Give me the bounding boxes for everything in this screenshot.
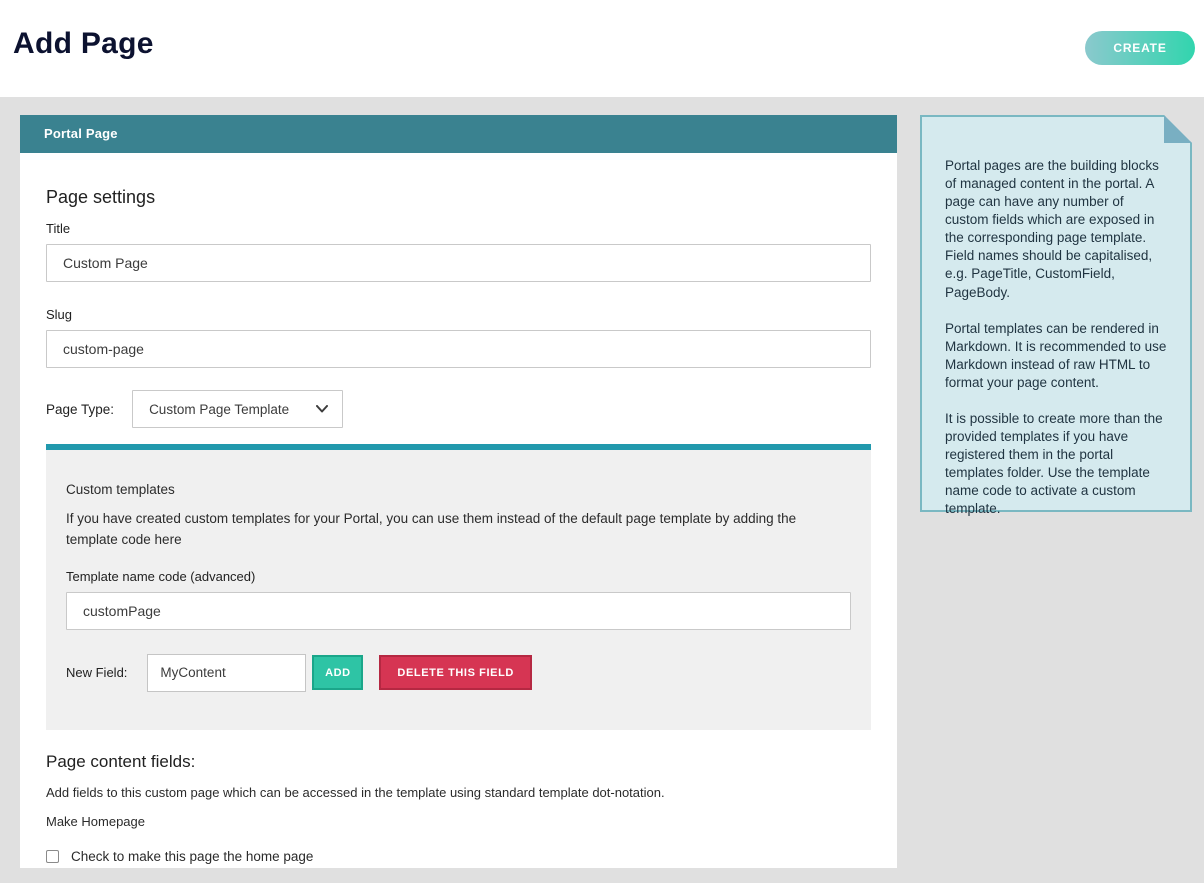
info-panel: Portal pages are the building blocks of … bbox=[920, 115, 1192, 512]
template-code-label: Template name code (advanced) bbox=[66, 569, 851, 584]
page-type-label: Page Type: bbox=[46, 402, 114, 417]
title-input[interactable] bbox=[46, 244, 871, 282]
content-fields-heading: Page content fields: bbox=[46, 752, 871, 772]
info-paragraph: It is possible to create more than the p… bbox=[945, 410, 1167, 518]
template-code-input[interactable] bbox=[66, 592, 851, 630]
card-body: Page settings Title Slug Page Type: Cust… bbox=[20, 187, 897, 864]
page-type-selected-value: Custom Page Template bbox=[149, 402, 289, 417]
make-homepage-label: Make Homepage bbox=[46, 814, 871, 829]
homepage-checkbox[interactable] bbox=[46, 850, 59, 863]
content-fields-description: Add fields to this custom page which can… bbox=[46, 785, 871, 800]
top-header: Add Page CREATE bbox=[0, 0, 1204, 97]
page-title: Add Page bbox=[13, 27, 154, 61]
portal-page-card: Portal Page Page settings Title Slug Pag… bbox=[20, 115, 897, 868]
page-type-row: Page Type: Custom Page Template bbox=[46, 390, 871, 428]
new-field-input[interactable] bbox=[147, 654, 306, 692]
custom-templates-heading: Custom templates bbox=[66, 482, 851, 497]
page-settings-heading: Page settings bbox=[46, 187, 871, 208]
custom-templates-description: If you have created custom templates for… bbox=[66, 509, 851, 551]
slug-input[interactable] bbox=[46, 330, 871, 368]
info-paragraph: Portal pages are the building blocks of … bbox=[945, 157, 1167, 302]
slug-label: Slug bbox=[46, 307, 871, 322]
chevron-down-icon bbox=[316, 405, 328, 413]
card-header: Portal Page bbox=[20, 115, 897, 153]
page-type-select[interactable]: Custom Page Template bbox=[132, 390, 343, 428]
create-button[interactable]: CREATE bbox=[1085, 31, 1195, 65]
delete-field-button[interactable]: DELETE THIS FIELD bbox=[379, 655, 532, 690]
homepage-checkbox-label: Check to make this page the home page bbox=[71, 849, 313, 864]
title-label: Title bbox=[46, 221, 871, 236]
new-field-label: New Field: bbox=[66, 665, 127, 680]
folded-corner bbox=[1164, 115, 1192, 143]
custom-templates-section: Custom templates If you have created cus… bbox=[46, 450, 871, 730]
new-field-row: New Field: ADD DELETE THIS FIELD bbox=[66, 654, 851, 692]
add-field-button[interactable]: ADD bbox=[312, 655, 363, 690]
info-paragraph: Portal templates can be rendered in Mark… bbox=[945, 320, 1167, 392]
homepage-checkbox-row[interactable]: Check to make this page the home page bbox=[46, 849, 871, 864]
